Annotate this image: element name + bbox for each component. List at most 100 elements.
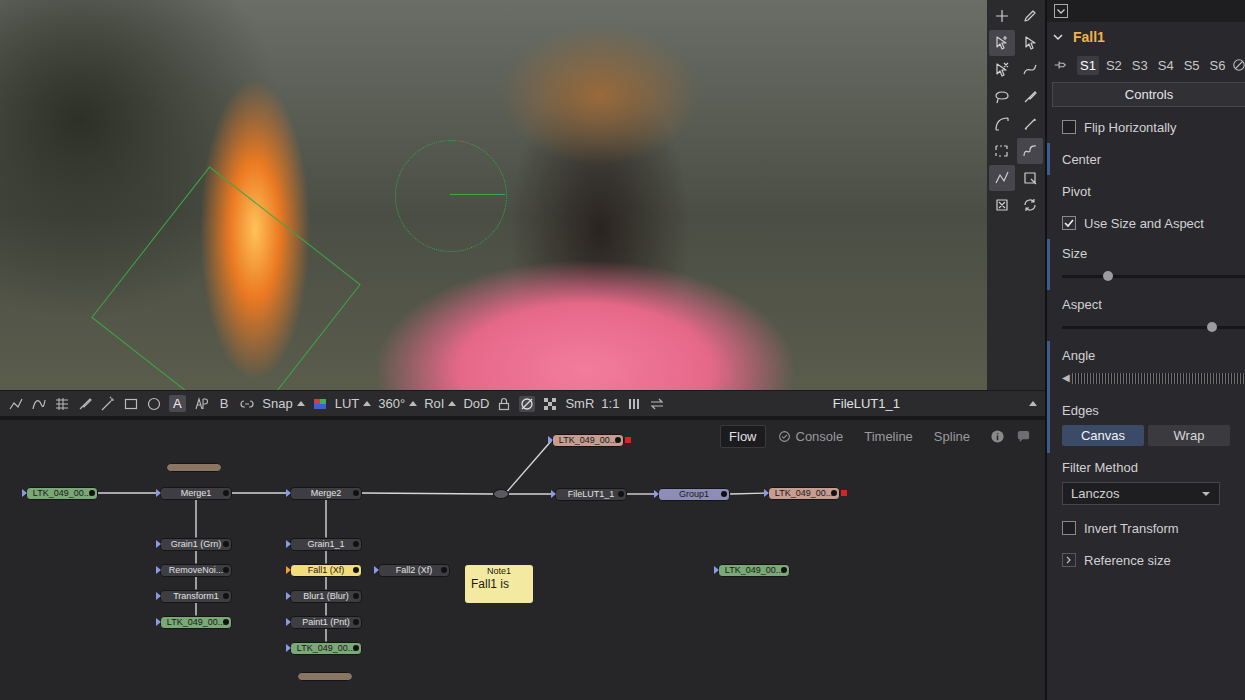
input-icon[interactable] (156, 489, 161, 497)
output-icon[interactable] (223, 619, 229, 625)
flow-node[interactable]: Grain1 (Grn) (160, 538, 232, 551)
editor-tab[interactable]: Timeline (855, 425, 922, 448)
editor-tab[interactable]: Spline (925, 425, 979, 448)
input-icon[interactable] (654, 490, 659, 498)
pin-icon[interactable] (1053, 58, 1067, 72)
output-icon[interactable] (781, 567, 787, 573)
paint-icon[interactable] (77, 396, 93, 412)
viewer-option[interactable]: RoI (424, 396, 456, 411)
input-icon[interactable] (286, 618, 291, 626)
output-icon[interactable] (353, 645, 359, 651)
version-tab[interactable]: S6 (1207, 56, 1229, 75)
flow-node[interactable]: Transform1 (160, 590, 232, 603)
swap-icon[interactable] (649, 396, 665, 412)
viewer-tool-button[interactable] (989, 165, 1015, 191)
disable-icon[interactable] (1232, 58, 1245, 72)
checkbox-row[interactable]: Flip Horizontally (1062, 120, 1245, 135)
rectangle-icon[interactable] (123, 396, 139, 412)
flow-node[interactable]: Grain1_1 (290, 538, 362, 551)
editor-tab[interactable]: Console (769, 425, 853, 448)
viewer-tool-button[interactable] (989, 57, 1015, 83)
output-icon[interactable] (223, 490, 229, 496)
note-text[interactable]: Fall1 is (471, 577, 527, 591)
viewer-tool-button[interactable] (989, 192, 1015, 218)
viewer-option[interactable]: 360° (378, 396, 417, 411)
center-widget[interactable] (395, 140, 507, 252)
input-icon[interactable] (286, 489, 291, 497)
polyline-icon[interactable] (8, 396, 24, 412)
flow-node[interactable]: LTK_049_00... (160, 616, 232, 629)
viewer-tool-button[interactable] (1017, 192, 1043, 218)
flow-node[interactable] (493, 489, 509, 499)
viewer-tool-button[interactable] (1017, 138, 1043, 164)
output-icon[interactable] (721, 491, 727, 497)
viewer-tool-button[interactable] (989, 111, 1015, 137)
output-icon[interactable] (353, 593, 359, 599)
ellipse-icon[interactable] (146, 396, 162, 412)
info-icon[interactable] (990, 429, 1005, 444)
output-icon[interactable] (223, 593, 229, 599)
editor-tab[interactable]: Flow (720, 425, 765, 448)
input-icon[interactable] (286, 592, 291, 600)
version-tab[interactable]: S4 (1155, 56, 1177, 75)
output-icon[interactable] (353, 490, 359, 496)
input-icon[interactable] (714, 566, 719, 574)
group-row[interactable]: Reference size (1062, 553, 1245, 568)
output-icon[interactable] (223, 567, 229, 573)
flow-node[interactable]: FileLUT1_1 (555, 488, 627, 501)
checkbox-row[interactable]: Invert Transform (1062, 521, 1245, 536)
flow-node[interactable]: Paint1 (Pnt) (290, 616, 362, 629)
output-icon[interactable] (353, 541, 359, 547)
input-icon[interactable] (764, 489, 769, 497)
passthrough-icon[interactable] (519, 396, 535, 412)
comment-icon[interactable] (1016, 429, 1031, 444)
slider-thumb[interactable] (1103, 271, 1113, 281)
buffer-a-button[interactable]: A (169, 395, 186, 412)
input-icon[interactable] (286, 566, 291, 574)
output-icon[interactable] (618, 491, 624, 497)
viewer-tool-button[interactable] (1017, 30, 1043, 56)
edges-option[interactable]: Wrap (1148, 425, 1230, 446)
viewer-option[interactable]: Snap (262, 396, 304, 411)
viewer-tool-button[interactable] (989, 30, 1015, 56)
viewer-tool-button[interactable] (1017, 84, 1043, 110)
controls-tab[interactable]: Controls (1052, 82, 1245, 107)
viewer[interactable] (0, 0, 987, 390)
output-icon[interactable] (89, 490, 95, 496)
viewer-tool-button[interactable] (1017, 57, 1043, 83)
viewer-option[interactable]: LUT (335, 396, 372, 411)
slider-track[interactable] (1062, 326, 1245, 329)
version-tab[interactable]: S5 (1181, 56, 1203, 75)
chevron-icon[interactable] (1052, 31, 1064, 43)
flow-node[interactable]: Merge1 (160, 487, 232, 500)
viewer-tool-button[interactable] (1017, 3, 1043, 29)
flow-node[interactable] (297, 672, 353, 681)
version-tab[interactable]: S3 (1129, 56, 1151, 75)
center-axis[interactable] (450, 194, 505, 195)
flow-node[interactable]: LTK_049_00... (552, 434, 624, 447)
flow-node[interactable]: Group1 (658, 488, 730, 501)
flow-node[interactable]: Fall1 (Xf) (290, 564, 362, 577)
node-editor[interactable]: LTK_049_00...Merge1Merge2LTK_049_00...Fi… (0, 416, 1045, 700)
output-icon[interactable] (353, 619, 359, 625)
viewer-tool-button[interactable] (1017, 165, 1043, 191)
viewer-option[interactable]: SmR (565, 396, 594, 411)
viewer-option[interactable]: DoD (463, 396, 489, 411)
output-icon[interactable] (615, 437, 621, 443)
input-icon[interactable] (156, 566, 161, 574)
input-icon[interactable] (156, 592, 161, 600)
flow-node[interactable] (166, 463, 222, 472)
input-icon[interactable] (551, 490, 556, 498)
dial-ruler[interactable] (1072, 373, 1245, 384)
angle-dial[interactable]: ◀ (1062, 372, 1245, 384)
input-icon[interactable] (22, 489, 27, 497)
wand-icon[interactable] (100, 396, 116, 412)
flow-node[interactable]: RemoveNoi... (160, 564, 232, 577)
dial-arrow[interactable]: ◀ (1062, 372, 1070, 384)
split-wipe-icon[interactable] (193, 396, 209, 412)
input-icon[interactable] (548, 436, 553, 444)
levels-icon[interactable] (626, 396, 642, 412)
sticky-note[interactable]: Note1Fall1 is (465, 565, 533, 603)
link-icon[interactable] (239, 396, 255, 412)
input-icon[interactable] (374, 566, 379, 574)
